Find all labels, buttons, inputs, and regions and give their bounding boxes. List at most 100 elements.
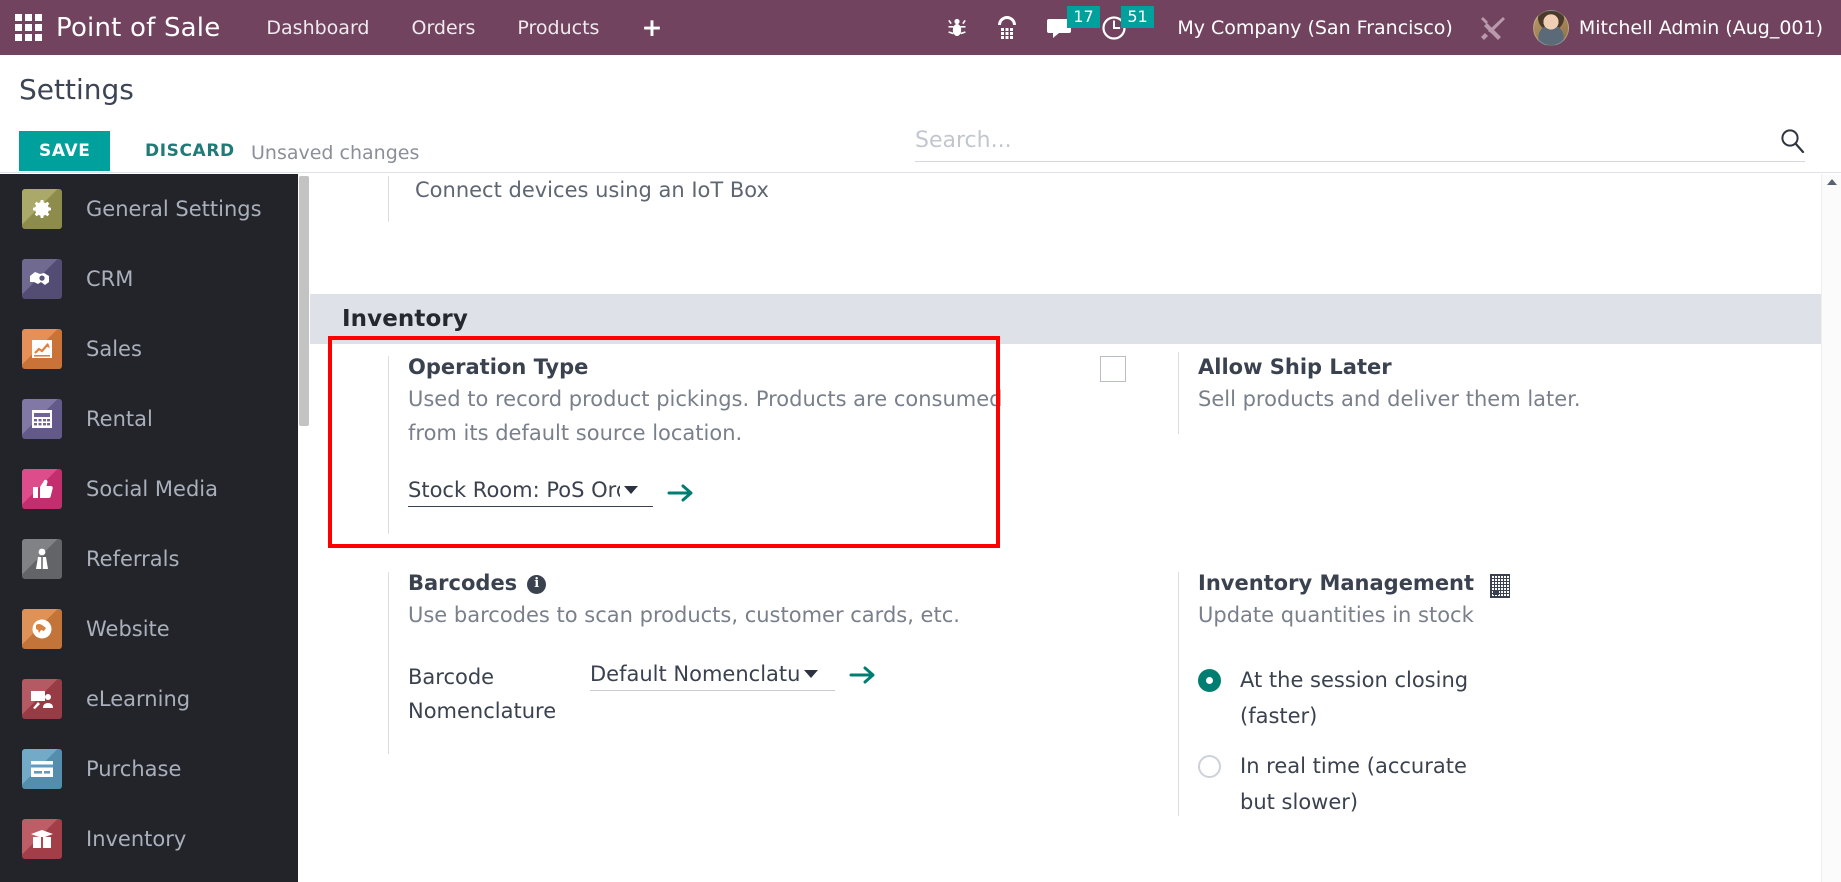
operation-type-select[interactable]: Stock Room: PoS Orde (408, 478, 653, 507)
search-bar (915, 127, 1805, 162)
operation-type-select-value: Stock Room: PoS Orde (408, 478, 620, 502)
presenter-icon (22, 679, 62, 719)
operation-type-internal-link-arrow-icon[interactable] (667, 482, 695, 504)
sidebar-item-label: Website (86, 617, 170, 641)
sidebar-item-label: Social Media (86, 477, 219, 501)
radio-option-label: At the session closing (faster) (1240, 668, 1469, 728)
page-title: Settings (19, 73, 134, 106)
setting-divider (388, 356, 389, 534)
sidebar-item-purchase[interactable]: Purchase (0, 734, 310, 804)
barcode-nomenclature-row: Barcode Nomenclature Default Nomenclatu (408, 660, 1070, 728)
barcodes-setting: Barcodes i Use barcodes to scan products… (310, 568, 1070, 758)
activities-icon[interactable]: 51 (1101, 0, 1154, 55)
barcodes-description: Use barcodes to scan products, customer … (408, 603, 960, 627)
inventory-management-radio-group: At the session closing (faster) In real … (1198, 662, 1800, 820)
operation-type-description: Used to record product pickings. Product… (408, 387, 1003, 445)
apps-grid-icon (14, 14, 42, 41)
radio-button-unselected[interactable] (1198, 755, 1221, 778)
messages-icon[interactable]: 17 (1047, 0, 1100, 55)
inventory-management-description: Update quantities in stock (1198, 603, 1474, 627)
sidebar-item-inventory[interactable]: Inventory (0, 804, 310, 874)
nav-item-dashboard[interactable]: Dashboard (266, 17, 369, 39)
sidebar-item-label: Referrals (86, 547, 180, 571)
avatar (1532, 9, 1569, 46)
sidebar-item-website[interactable]: Website (0, 594, 310, 664)
sidebar-item-label: Rental (86, 407, 153, 431)
section-title: Inventory (342, 306, 468, 332)
save-button[interactable]: SAVE (19, 131, 111, 171)
app-brand-title[interactable]: Point of Sale (56, 13, 220, 43)
chevron-down-icon (804, 670, 819, 678)
operation-type-title: Operation Type (408, 355, 589, 379)
activities-badge-count: 51 (1121, 6, 1154, 28)
tools-wrench-screwdriver-icon[interactable] (1479, 14, 1507, 42)
settings-content: Connect devices using an IoT Box Invento… (310, 174, 1841, 882)
sidebar-item-label: CRM (86, 267, 134, 291)
operation-type-field-row: Stock Room: PoS Orde (408, 478, 1070, 507)
content-scrollbar[interactable] (1821, 174, 1841, 882)
search-icon[interactable] (1779, 127, 1805, 153)
user-name-label: Mitchell Admin (Aug_001) (1578, 16, 1823, 39)
voip-phone-icon[interactable] (995, 0, 1019, 55)
inventory-section-header: Inventory (310, 294, 1829, 344)
allow-ship-later-checkbox[interactable] (1100, 356, 1126, 382)
sidebar-item-crm[interactable]: CRM (0, 244, 310, 314)
discard-button[interactable]: DISCARD (131, 131, 249, 171)
allow-ship-later-description: Sell products and deliver them later. (1198, 387, 1581, 411)
setting-divider (1178, 572, 1179, 816)
sidebar-item-rental[interactable]: Rental (0, 384, 310, 454)
radio-option-session-closing[interactable]: At the session closing (faster) (1198, 662, 1800, 734)
sidebar-item-general-settings[interactable]: General Settings (0, 174, 310, 244)
search-input[interactable] (915, 127, 1779, 153)
barcode-nomenclature-select-value: Default Nomenclatu (590, 662, 801, 686)
settings-column-right: Allow Ship Later Sell products and deliv… (1100, 352, 1800, 834)
barcode-nomenclature-label: Barcode Nomenclature (408, 665, 557, 723)
barcode-nomenclature-internal-link-arrow-icon[interactable] (849, 664, 877, 686)
sidebar-scrollbar[interactable] (298, 174, 310, 882)
nav-item-products[interactable]: Products (517, 17, 599, 39)
debug-bug-icon[interactable] (947, 0, 967, 55)
company-switcher[interactable]: My Company (San Francisco) (1177, 17, 1452, 39)
barcode-nomenclature-select[interactable]: Default Nomenclatu (590, 662, 835, 691)
sidebar-item-label: Sales (86, 337, 142, 361)
radio-option-real-time[interactable]: In real time (accurate but slower) (1198, 748, 1800, 820)
globe-icon (22, 609, 62, 649)
sidebar-item-label: Inventory (86, 827, 187, 851)
sidebar-item-elearning[interactable]: eLearning (0, 664, 310, 734)
main-body: General Settings CRM Sales Rental Social (0, 174, 1841, 882)
iot-section: Connect devices using an IoT Box (310, 174, 1829, 284)
sidebar-item-label: eLearning (86, 687, 191, 711)
barcodes-title-text: Barcodes (408, 571, 518, 595)
handshake-icon (22, 259, 62, 299)
calendar-icon (22, 399, 62, 439)
setting-divider (388, 572, 389, 754)
radio-button-selected[interactable] (1198, 669, 1221, 692)
card-icon (22, 749, 62, 789)
radio-option-label: In real time (accurate but slower) (1240, 754, 1467, 814)
setting-divider (1178, 352, 1179, 434)
allow-ship-later-setting: Allow Ship Later Sell products and deliv… (1100, 352, 1800, 538)
chart-up-icon (22, 329, 62, 369)
nav-item-orders[interactable]: Orders (412, 17, 476, 39)
sidebar-item-social-media[interactable]: Social Media (0, 454, 310, 524)
thumbs-up-icon (22, 469, 62, 509)
scroll-up-arrow-icon[interactable] (1827, 179, 1837, 185)
info-icon[interactable]: i (527, 574, 547, 594)
control-panel: Settings SAVE DISCARD Unsaved changes (0, 55, 1841, 173)
user-menu[interactable]: Mitchell Admin (Aug_001) (1532, 9, 1823, 46)
inventory-management-title: Inventory Management (1198, 568, 1800, 598)
nav-add-button[interactable]: + (641, 15, 662, 40)
inventory-management-title-text: Inventory Management (1198, 571, 1475, 595)
allow-ship-later-title: Allow Ship Later (1198, 355, 1392, 379)
sidebar-scrollbar-thumb[interactable] (299, 176, 309, 426)
operation-type-setting: Operation Type Used to record product pi… (310, 336, 1070, 548)
sidebar-item-sales[interactable]: Sales (0, 314, 310, 384)
messages-badge-count: 17 (1067, 6, 1100, 28)
sidebar-item-referrals[interactable]: Referrals (0, 524, 310, 594)
settings-column-left: Operation Type Used to record product pi… (310, 336, 1070, 758)
iot-box-description: Connect devices using an IoT Box (415, 178, 769, 202)
sidebar-item-label: Purchase (86, 757, 182, 781)
chevron-down-icon (624, 486, 638, 494)
apps-grid-button[interactable] (0, 0, 56, 55)
iot-box-setting: Connect devices using an IoT Box (388, 176, 769, 222)
